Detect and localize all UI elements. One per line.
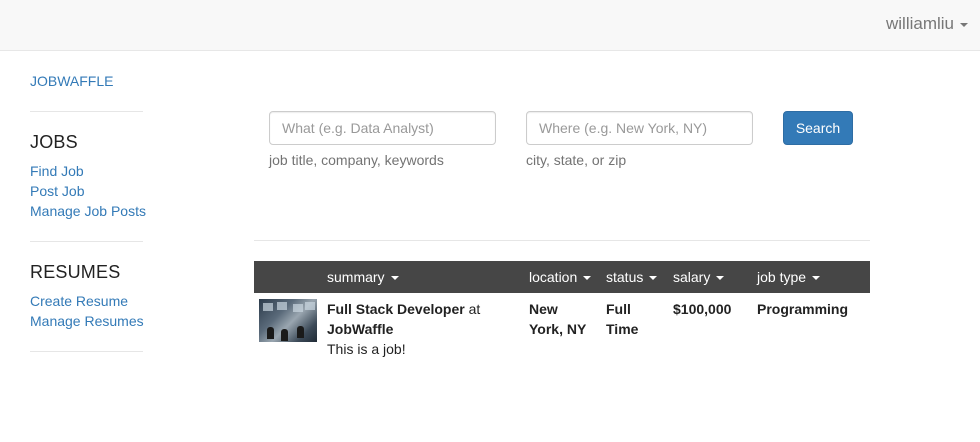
location-line: York, NY xyxy=(529,321,587,337)
sidebar-item-manage-job-posts[interactable]: Manage Job Posts xyxy=(30,203,146,219)
column-header-status[interactable]: status xyxy=(606,269,658,285)
search-button[interactable]: Search xyxy=(783,111,853,145)
status-line: Full xyxy=(606,301,631,317)
caret-down-icon xyxy=(583,276,592,280)
brand-link[interactable]: JOBWAFFLE xyxy=(30,73,114,89)
sidebar-item-find-job[interactable]: Find Job xyxy=(30,163,84,179)
sidebar-item-post-job[interactable]: Post Job xyxy=(30,183,84,199)
caret-down-icon xyxy=(812,276,821,280)
what-input[interactable] xyxy=(269,111,496,145)
status-line: Time xyxy=(606,321,639,337)
user-dropdown[interactable]: williamliu xyxy=(886,14,968,34)
divider xyxy=(30,111,143,112)
username: williamliu xyxy=(885,14,954,33)
divider xyxy=(30,241,143,242)
table-header: summary location status salary job type xyxy=(254,261,870,293)
divider xyxy=(30,351,143,352)
where-help-text: city, state, or zip xyxy=(526,152,627,168)
job-title-link[interactable]: Full Stack Developer xyxy=(327,301,465,317)
column-header-label: summary xyxy=(327,269,385,285)
caret-down-icon xyxy=(390,276,399,280)
top-navbar: williamliu xyxy=(0,0,980,51)
divider xyxy=(254,240,870,241)
company-name: JobWaffle xyxy=(327,321,394,337)
column-header-label: salary xyxy=(673,269,711,285)
job-status: Full Time xyxy=(606,299,638,339)
job-location: New York, NY xyxy=(529,299,586,339)
what-help-text: job title, company, keywords xyxy=(269,152,444,168)
table-row[interactable]: Full Stack Developer at JobWaffle This i… xyxy=(254,293,870,363)
column-header-location[interactable]: location xyxy=(529,269,592,285)
column-header-job-type[interactable]: job type xyxy=(757,269,821,285)
job-description: This is a job! xyxy=(327,341,406,357)
column-header-label: job type xyxy=(757,269,807,285)
jobs-heading: JOBS xyxy=(30,132,78,152)
sidebar-item-create-resume[interactable]: Create Resume xyxy=(30,293,128,309)
where-input[interactable] xyxy=(526,111,753,145)
column-header-summary[interactable]: summary xyxy=(327,269,399,285)
column-header-salary[interactable]: salary xyxy=(673,269,725,285)
resumes-heading: RESUMES xyxy=(30,262,121,282)
job-at-text: at xyxy=(468,301,481,317)
caret-down-icon xyxy=(649,276,658,280)
caret-down-icon xyxy=(716,276,725,280)
job-type: Programming xyxy=(757,301,849,317)
job-salary: $100,000 xyxy=(673,301,732,317)
job-thumbnail-image xyxy=(259,299,317,342)
sidebar-item-manage-resumes[interactable]: Manage Resumes xyxy=(30,313,144,329)
job-summary: Full Stack Developer at JobWaffle This i… xyxy=(327,299,517,359)
caret-down-icon xyxy=(960,23,968,27)
column-header-label: location xyxy=(529,269,578,285)
location-line: New xyxy=(529,301,558,317)
column-header-label: status xyxy=(606,269,644,285)
